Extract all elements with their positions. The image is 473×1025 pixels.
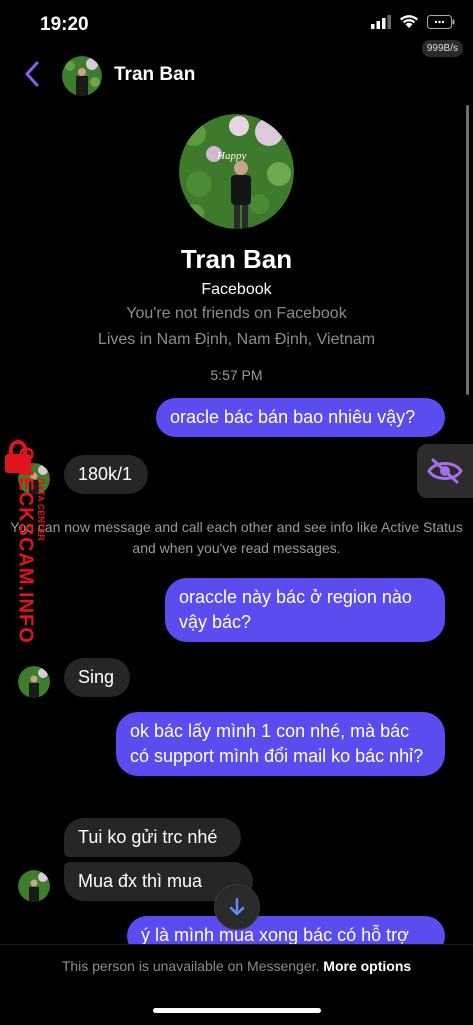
watermark: CHECKSCAM.INFO DATA CENTER [0,440,46,670]
watermark-sub-text: DATA CENTER [36,478,46,541]
status-icons [371,14,455,29]
profile-friend-status: You're not friends on Facebook [126,305,347,322]
cellular-signal-icon [371,14,391,29]
message-bubble-incoming[interactable]: Tui ko gửi trc nhé [64,818,241,857]
unavailable-notice: This person is unavailable on Messenger.… [0,958,473,974]
hide-overlay-button[interactable] [417,444,473,498]
eye-slash-icon [427,458,463,484]
back-button[interactable] [24,60,40,94]
more-options-link[interactable]: More options [323,958,411,974]
message-bubble-outgoing[interactable]: ok bác lấy mình 1 con nhé, mà bác có sup… [116,712,445,776]
header-avatar[interactable] [62,56,102,96]
message-timestamp: 5:57 PM [210,367,263,383]
message-bubble-outgoing[interactable]: oraccle này bác ở region nào vậy bác? [165,578,445,642]
scroll-to-bottom-button[interactable] [214,884,260,930]
message-bubble-incoming[interactable]: 180k/1 [64,455,148,494]
profile-avatar[interactable]: Happy [179,114,294,229]
unavailable-text: This person is unavailable on Messenger. [61,958,320,974]
arrow-down-icon [229,897,245,916]
system-message: You can now message and call each other … [10,519,463,556]
svg-text:Happy: Happy [216,150,246,162]
header-contact-name[interactable]: Tran Ban [114,64,195,86]
profile-platform: Facebook [201,281,272,298]
sender-avatar[interactable] [18,870,50,902]
watermark-main-text: CHECKSCAM.INFO [14,446,37,644]
battery-icon [427,14,455,29]
profile-name: Tran Ban [180,244,293,274]
chevron-left-icon [25,61,39,87]
sender-avatar[interactable] [18,666,50,698]
status-time: 19:20 [40,14,89,35]
home-indicator[interactable] [153,1008,321,1013]
profile-location: Lives in Nam Định, Nam Định, Vietnam [97,331,376,348]
network-speed-badge: 999B/s [421,40,463,57]
message-bubble-outgoing[interactable]: oracle bác bán bao nhiêu vậy? [156,398,445,437]
wifi-icon [400,15,418,28]
message-bubble-incoming[interactable]: Sing [64,658,130,697]
